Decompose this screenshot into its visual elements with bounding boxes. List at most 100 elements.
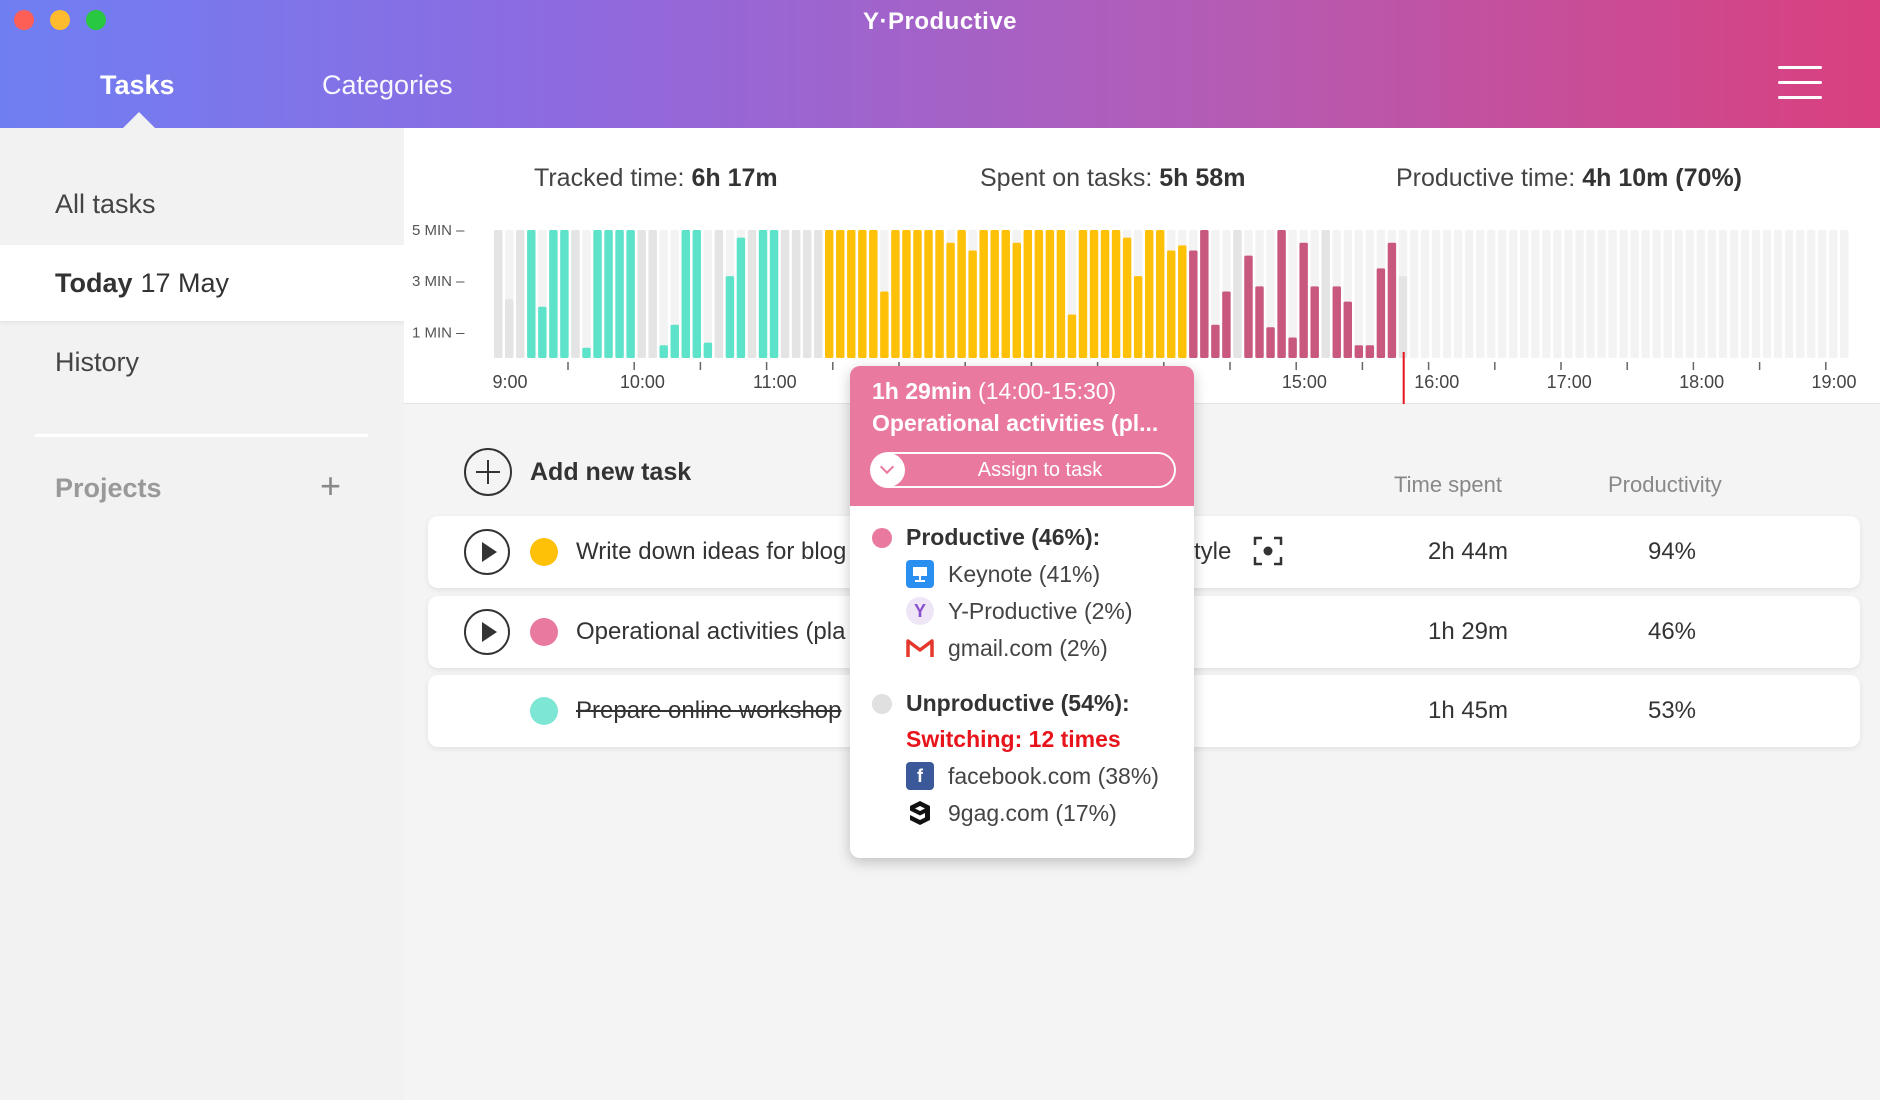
timeline-slot (1409, 230, 1419, 358)
task-name[interactable]: Write down ideas for blog (576, 538, 846, 566)
timeline-bar (813, 230, 823, 358)
timeline-bar (913, 230, 922, 358)
x-axis-label: 10:00 (620, 372, 665, 392)
timeline-bar (946, 242, 955, 358)
timeline-bar (758, 230, 768, 358)
play-icon[interactable] (464, 529, 510, 575)
timeline-slot (1707, 230, 1717, 358)
timeline-slot (703, 230, 713, 358)
x-axis-label: 18:00 (1679, 372, 1724, 392)
timeline-bar (1023, 230, 1033, 358)
play-icon[interactable] (464, 609, 510, 655)
timeline-slot (1498, 230, 1507, 358)
timeline-slot (1795, 230, 1805, 358)
timeline-bar (1288, 337, 1297, 358)
task-name[interactable]: Prepare online workshop (576, 697, 842, 725)
timeline-slot (1784, 230, 1794, 358)
timeline-slot (1685, 230, 1695, 358)
switching-count: Switching: 12 times (906, 726, 1121, 752)
sidebar-item-label: All tasks (55, 188, 156, 219)
y-axis-label: 5 MIN – (412, 222, 465, 239)
timeline-bar (1211, 324, 1220, 358)
app-usage-label: facebook.com (38%) (948, 762, 1159, 789)
timeline-bar (1045, 230, 1055, 358)
tab-categories[interactable]: Categories (322, 70, 453, 101)
plus-circle-icon (464, 448, 512, 496)
facebook-icon: f (906, 762, 934, 790)
timeline-slot (1564, 230, 1573, 358)
assign-to-task-label: Assign to task (977, 459, 1103, 481)
timeline-bar (1354, 345, 1364, 358)
timeline-bar (1387, 242, 1397, 358)
app-usage-item: gmail.com (2%) (906, 634, 1108, 662)
timeline-bar (1310, 286, 1319, 358)
sidebar-divider (35, 434, 368, 437)
add-project-button[interactable]: + (320, 468, 341, 504)
title-bar: Y·Productive (0, 0, 1880, 40)
timeline-slot (1442, 230, 1452, 358)
timeline-bar (869, 230, 878, 358)
timeline-slot (1641, 230, 1650, 358)
timeline-bar (836, 230, 845, 358)
add-new-task-button[interactable]: Add new task (464, 448, 691, 496)
task-productivity: 46% (1647, 618, 1697, 645)
timeline-slot (1586, 230, 1595, 358)
9gag-icon (906, 799, 934, 827)
interval-tooltip: 1h 29min (14:00-15:30) Operational activ… (850, 366, 1194, 858)
tooltip-task-name: Operational activities (pl... (872, 410, 1159, 436)
timeline-bar (1321, 230, 1330, 358)
task-name[interactable]: Operational activities (pla (576, 618, 845, 646)
timeline-bar (825, 230, 834, 358)
sidebar-item-all-tasks[interactable]: All tasks (0, 166, 404, 242)
stats-panel: Tracked time: 6h 17m Spent on tasks: 5h … (404, 128, 1880, 404)
timeline-bar (560, 230, 569, 358)
x-axis-label: 15:00 (1282, 372, 1327, 392)
timeline-bar (1233, 230, 1242, 358)
timeline-slot (1509, 230, 1518, 358)
timeline-bar (791, 230, 801, 358)
timeline-bar (858, 230, 867, 358)
timeline-slot (1652, 230, 1661, 358)
timeline-slot (1420, 230, 1430, 358)
timeline-bar (571, 230, 580, 358)
timeline-bar (505, 299, 514, 358)
timeline-slot (1487, 230, 1496, 358)
app-usage-item: Keynote (41%) (906, 560, 1100, 588)
timeline-slot (1818, 230, 1827, 358)
timeline-slot (1553, 230, 1562, 358)
timeline-bar (604, 230, 613, 358)
timeline-slot (1619, 230, 1628, 358)
y-axis-label: 3 MIN – (412, 273, 465, 290)
timeline-slot (582, 230, 591, 358)
unproductive-section-heading: Unproductive (54%): (872, 690, 1130, 717)
timeline-slot (1840, 230, 1849, 358)
timeline-slot (1520, 230, 1529, 358)
sidebar: All tasks Today 17 May History Projects … (0, 128, 404, 1100)
timeline-slot (1575, 230, 1584, 358)
timeline-slot (1531, 230, 1540, 358)
app-usage-label: Keynote (41%) (948, 560, 1101, 587)
timeline-bar (1100, 230, 1110, 358)
timeline-bar (1398, 276, 1408, 358)
assign-to-task-button[interactable]: Assign to task (870, 452, 1176, 488)
x-axis-label: 19:00 (1811, 372, 1856, 392)
activity-timeline[interactable]: 5 MIN –3 MIN –1 MIN –9:0010:0011:0012:00… (404, 128, 1880, 404)
timeline-bar (1222, 291, 1231, 358)
tab-tasks[interactable]: Tasks (100, 70, 175, 101)
sidebar-item-history[interactable]: History (0, 324, 404, 400)
hamburger-icon[interactable] (1778, 66, 1822, 100)
timeline-slot (1663, 230, 1672, 358)
sidebar-item-today[interactable]: Today 17 May (0, 245, 404, 321)
active-tab-indicator (123, 112, 155, 128)
timeline-slot (1674, 230, 1683, 358)
window-title: Y·Productive (862, 8, 1018, 35)
task-color-dot (530, 618, 558, 646)
sidebar-item-label: History (55, 346, 140, 377)
chevron-down-icon[interactable] (871, 453, 905, 487)
timeline-bar (1111, 230, 1121, 358)
timeline-slot (1740, 230, 1750, 358)
focus-icon[interactable] (1252, 535, 1284, 567)
tooltip-time-range: (14:00-15:30) (978, 378, 1117, 404)
column-header-productivity: Productivity (1608, 472, 1722, 497)
timeline-bar (1178, 245, 1187, 358)
